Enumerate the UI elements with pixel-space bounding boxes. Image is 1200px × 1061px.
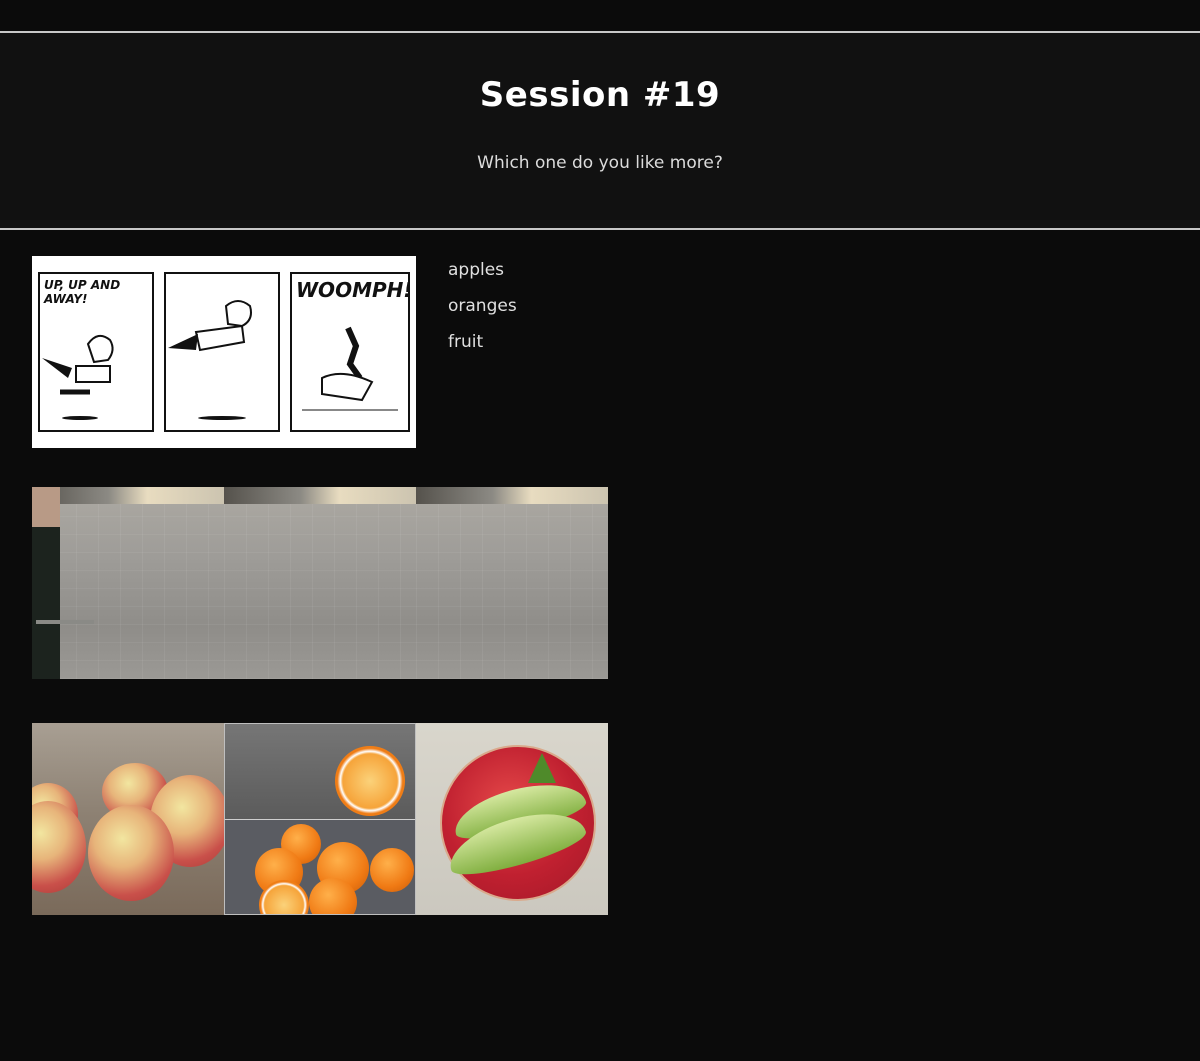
- knife-icon: [36, 620, 94, 624]
- comic-panel-2: [164, 272, 280, 432]
- choice-oranges[interactable]: oranges: [448, 296, 517, 332]
- pineapple-leaf-icon: [528, 753, 556, 783]
- person-figure-icon: [32, 487, 60, 679]
- page-title: Session #19: [479, 75, 721, 115]
- question-text: Which one do you like more?: [477, 153, 723, 173]
- curtain-frame-2: [224, 487, 416, 679]
- comic-caption-1: UP, UP AND AWAY!: [44, 278, 121, 306]
- comic-image: UP, UP AND AWAY! WOOMPH!: [32, 256, 416, 448]
- comic-panel-3: WOOMPH!: [290, 272, 410, 432]
- session-header: Session #19 Which one do you like more?: [0, 31, 1200, 230]
- comic-strip: UP, UP AND AWAY! WOOMPH!: [32, 256, 416, 448]
- choice-list: apples oranges fruit: [448, 260, 517, 368]
- comic-figure-2-icon: [168, 300, 252, 420]
- curtain-frame-3: [416, 487, 608, 679]
- curtain-image-strip: [32, 487, 608, 679]
- choice-fruit[interactable]: fruit: [448, 332, 517, 368]
- choice-apples[interactable]: apples: [448, 260, 517, 296]
- comic-panel-1: UP, UP AND AWAY!: [38, 272, 154, 432]
- top-bar: [0, 0, 1200, 31]
- comic-caption-3: WOOMPH!: [296, 278, 410, 302]
- fruit-image-strip: [32, 723, 608, 915]
- oranges-photo: [224, 723, 416, 915]
- fruit-bowl-photo: [416, 723, 608, 915]
- curtain-frame-1: [32, 487, 224, 679]
- apples-photo: [32, 723, 224, 915]
